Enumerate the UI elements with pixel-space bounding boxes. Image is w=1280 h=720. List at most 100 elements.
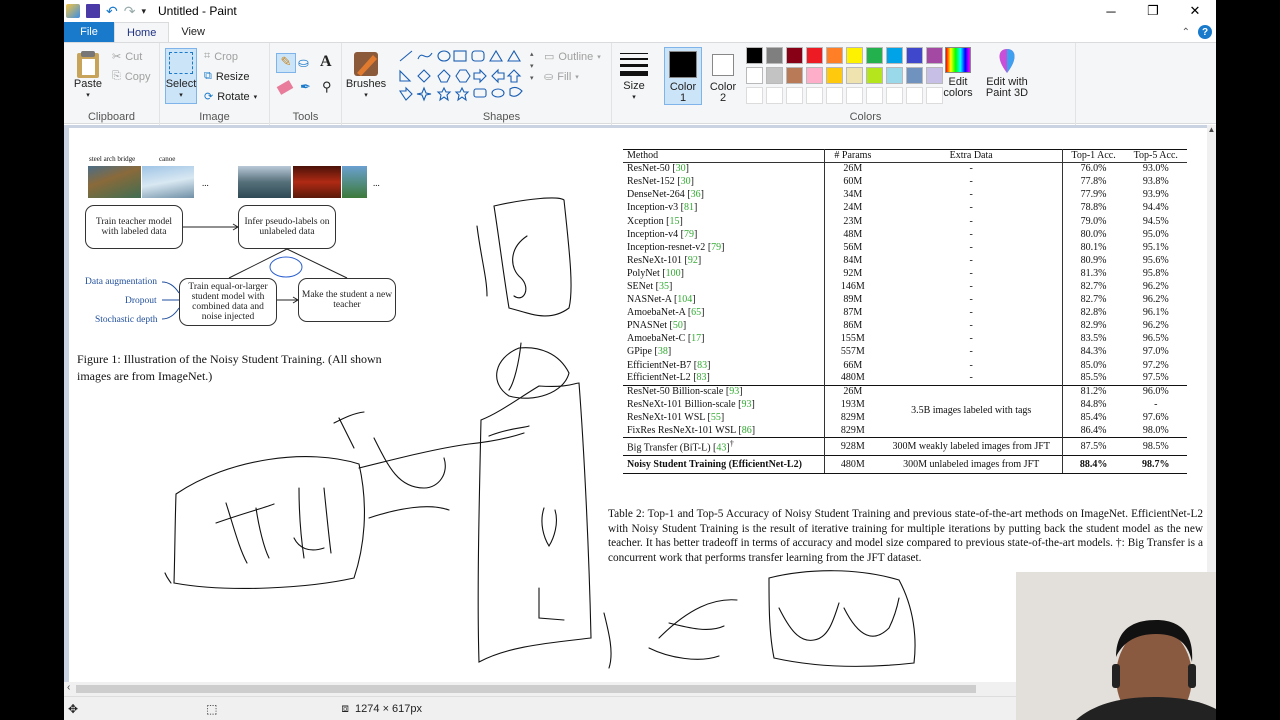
clipboard-group: Paste ▾ ✂ Cut ⎘ Copy Clipboard: [64, 43, 160, 125]
palette-swatch[interactable]: [806, 47, 823, 64]
image-group: Select ▾ ⌗ Crop ⧉ Resize ⟳ Rotate ▾ Image: [160, 43, 270, 125]
scissors-icon: ✂: [112, 51, 122, 63]
pencil-icon[interactable]: ✎: [276, 53, 296, 73]
ribbon-tabs: File Home View ⌃ ?: [64, 22, 1216, 42]
cut-button[interactable]: ✂ Cut: [112, 50, 142, 64]
magnifier-icon[interactable]: ⚲: [322, 79, 332, 95]
palette-swatch[interactable]: [866, 47, 883, 64]
tab-home[interactable]: Home: [114, 22, 170, 42]
paint-app-icon: [66, 4, 80, 18]
palette-swatch[interactable]: [866, 67, 883, 84]
scroll-up-icon[interactable]: ▲: [1207, 125, 1216, 134]
palette-swatch[interactable]: [826, 47, 843, 64]
tab-view[interactable]: View: [169, 22, 217, 42]
window-title: Untitled - Paint: [158, 4, 237, 18]
ribbon: Paste ▾ ✂ Cut ⎘ Copy Clipboard Select ▾ ⌗ C…: [64, 42, 1216, 125]
palette-swatch[interactable]: [766, 87, 783, 104]
collapse-ribbon-icon[interactable]: ⌃: [1182, 27, 1190, 38]
image-size-readout: 1274 × 617px: [355, 702, 423, 715]
color-spectrum-icon: [945, 47, 971, 73]
palette-swatch[interactable]: [886, 67, 903, 84]
selection-size-icon: ⬚: [206, 701, 218, 716]
palette-swatch[interactable]: [826, 67, 843, 84]
scroll-left-icon[interactable]: ‹: [67, 682, 70, 693]
eraser-icon[interactable]: [276, 80, 294, 95]
color1-swatch: [669, 51, 697, 78]
tab-file[interactable]: File: [64, 22, 114, 42]
customize-quick-access-icon[interactable]: ▾: [141, 6, 146, 17]
size-group: Size ▾: [612, 43, 656, 125]
palette-swatch[interactable]: [866, 87, 883, 104]
crop-icon: ⌗: [204, 50, 211, 62]
palette-swatch[interactable]: [846, 47, 863, 64]
brushes-button[interactable]: Brushes ▾: [346, 49, 386, 101]
help-icon[interactable]: ?: [1198, 25, 1212, 39]
tools-group-label: Tools: [292, 111, 319, 123]
close-button[interactable]: ✕: [1174, 0, 1216, 22]
palette-swatch[interactable]: [746, 87, 763, 104]
webcam-overlay: [1016, 572, 1216, 720]
undo-icon[interactable]: ↶: [106, 3, 118, 20]
palette-swatch[interactable]: [766, 67, 783, 84]
paste-button[interactable]: Paste ▾: [72, 49, 104, 101]
select-button[interactable]: Select ▾: [165, 48, 197, 104]
paint3d-icon: [999, 49, 1015, 73]
colors-group: Color 1 Color 2 Edit colors Edit with Pa…: [656, 43, 1076, 125]
copy-icon: ⎘: [112, 70, 121, 82]
presenter-silhouette: [1016, 572, 1216, 720]
crop-button[interactable]: ⌗ Crop: [204, 50, 238, 63]
palette-swatch[interactable]: [746, 47, 763, 64]
fill-icon: ⛀: [544, 71, 554, 83]
palette-swatch[interactable]: [906, 87, 923, 104]
edit-colors-button[interactable]: Edit colors: [938, 47, 978, 99]
resize-button[interactable]: ⧉ Resize: [204, 70, 249, 83]
paint-window: ↶ ↷ ▾ Untitled - Paint ─ ❐ ✕ File Home V…: [64, 0, 1216, 720]
color2-swatch: [712, 54, 734, 76]
shapes-group: ▴ ▾ ▾ ▭ Outline ▾ ⛀ Fill ▾ Shapes: [392, 43, 612, 125]
shapes-gallery[interactable]: [398, 49, 530, 105]
palette-swatch[interactable]: [886, 47, 903, 64]
palette-swatch[interactable]: [766, 47, 783, 64]
size-button[interactable]: Size ▾: [616, 51, 652, 103]
palette-swatch[interactable]: [906, 47, 923, 64]
palette-swatch[interactable]: [746, 67, 763, 84]
rotate-button[interactable]: ⟳ Rotate ▾: [204, 90, 257, 104]
palette-swatch[interactable]: [806, 67, 823, 84]
text-tool-icon[interactable]: A: [320, 53, 332, 71]
title-bar: ↶ ↷ ▾ Untitled - Paint ─ ❐ ✕: [64, 0, 1216, 22]
colors-group-label: Colors: [849, 111, 882, 123]
color2-button[interactable]: Color 2: [706, 47, 740, 104]
palette-swatch[interactable]: [886, 87, 903, 104]
redo-icon[interactable]: ↷: [124, 3, 136, 20]
palette-swatch[interactable]: [786, 87, 803, 104]
palette-swatch[interactable]: [826, 87, 843, 104]
fill-bucket-icon[interactable]: ⛀: [298, 55, 309, 71]
outline-icon: ▭: [544, 51, 555, 63]
horizontal-scroll-thumb[interactable]: [76, 685, 976, 693]
shapes-scroll[interactable]: ▴ ▾ ▾: [530, 49, 534, 85]
palette-swatch[interactable]: [806, 87, 823, 104]
brush-icon: [354, 52, 378, 76]
edit-paint3d-button[interactable]: Edit with Paint 3D: [982, 47, 1032, 99]
maximize-button[interactable]: ❐: [1132, 0, 1174, 22]
copy-button[interactable]: ⎘ Copy: [112, 70, 151, 83]
color-picker-icon[interactable]: ✒: [300, 79, 311, 95]
palette-swatch[interactable]: [786, 67, 803, 84]
fill-button[interactable]: ⛀ Fill ▾: [544, 70, 579, 84]
brushes-group: Brushes ▾: [342, 43, 392, 125]
color1-button[interactable]: Color 1: [664, 47, 702, 105]
shapes-group-label: Shapes: [482, 111, 521, 123]
save-icon[interactable]: [86, 4, 100, 18]
palette-swatch[interactable]: [906, 67, 923, 84]
palette-swatch[interactable]: [846, 87, 863, 104]
tools-group: ✎ ⛀ A ✒ ⚲ Tools: [270, 43, 342, 125]
clipboard-group-label: Clipboard: [87, 111, 136, 123]
paste-icon: [77, 51, 99, 78]
outline-button[interactable]: ▭ Outline ▾: [544, 50, 601, 64]
cursor-position-icon: ✥: [68, 701, 79, 716]
palette-swatch[interactable]: [846, 67, 863, 84]
palette-swatch[interactable]: [786, 47, 803, 64]
minimize-button[interactable]: ─: [1090, 0, 1132, 22]
line-size-icon: [620, 53, 648, 76]
image-group-label: Image: [199, 111, 230, 123]
